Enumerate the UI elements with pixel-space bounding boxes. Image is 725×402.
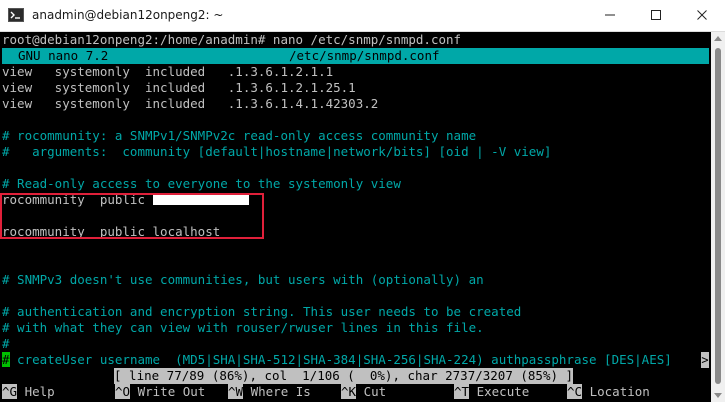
nano-header-bar: GNU nano 7.2 /etc/snmp/snmpd.conf <box>2 48 709 64</box>
shortcut-label: Cut <box>363 384 387 399</box>
scrollbar-thumb[interactable] <box>715 48 721 384</box>
comment-line: # SNMPv3 doesn't use communities, but us… <box>2 272 484 287</box>
shortcut-location[interactable]: ^C Location <box>567 384 650 400</box>
shortcut-key: ^G <box>2 384 18 399</box>
nano-status-bar: [ line 77/89 (86%), col 1/106 ( 0%), cha… <box>114 368 574 384</box>
line-overflow-indicator: > <box>701 352 709 368</box>
shortcut-cut[interactable]: ^K Cut <box>341 384 386 400</box>
shell-prompt-line: root@debian12onpeng2:/home/anadmin# nano… <box>2 32 462 47</box>
shortcut-help[interactable]: ^G Help <box>2 384 55 400</box>
shortcut-key: ^C <box>567 384 583 399</box>
window-title: anadmin@debian12onpeng2: ~ <box>32 8 224 22</box>
shortcut-key: ^T <box>454 384 470 399</box>
redacted-value <box>152 195 249 205</box>
minimize-button[interactable] <box>587 0 633 31</box>
shortcut-where-is[interactable]: ^W Where Is <box>228 384 311 400</box>
rocommunity-public-text: rocommunity public <box>2 192 153 207</box>
comment-line: # <box>2 336 10 351</box>
comment-line: # with what they can view with rouser/rw… <box>2 320 484 335</box>
rocommunity-localhost-line: rocommunity public localhost <box>2 224 221 239</box>
shortcut-execute[interactable]: ^T Execute <box>454 384 529 400</box>
shortcut-write-out[interactable]: ^O Write Out <box>115 384 205 400</box>
shortcut-label: Execute <box>476 384 530 399</box>
cursor-line: # createUser username (MD5|SHA|SHA-512|S… <box>2 352 672 368</box>
maximize-icon <box>651 10 661 20</box>
nano-shortcut-bar: ^G Help ^O Write Out ^W Where Is ^K Cut … <box>2 384 650 400</box>
file-line: view systemonly included .1.3.6.1.2.1.1 <box>2 64 334 79</box>
shortcut-label: Write Out <box>137 384 206 399</box>
shortcut-key: ^K <box>341 384 357 399</box>
scroll-up-arrow-icon[interactable] <box>714 36 722 41</box>
terminal-content[interactable]: root@debian12onpeng2:/home/anadmin# nano… <box>0 32 711 402</box>
close-icon <box>697 10 707 20</box>
nano-filename: /etc/snmp/snmpd.conf <box>289 48 440 63</box>
comment-line: # arguments: community [default|hostname… <box>2 144 552 159</box>
rocommunity-public-line: rocommunity public <box>2 192 249 208</box>
title-bar[interactable]: anadmin@debian12onpeng2: ~ <box>0 0 725 32</box>
comment-line: # rocommunity: a SNMPv1/SNMPv2c read-onl… <box>2 128 477 143</box>
shortcut-label: Where Is <box>250 384 311 399</box>
comment-line: # Read-only access to everyone to the sy… <box>2 176 401 191</box>
shortcut-label: Location <box>589 384 650 399</box>
terminal-app-icon <box>8 8 24 22</box>
text-cursor: # <box>2 352 10 367</box>
minimize-icon <box>605 14 615 16</box>
createuser-comment: createUser username (MD5|SHA|SHA-512|SHA… <box>9 352 672 367</box>
shortcut-key: ^W <box>228 384 244 399</box>
comment-line: # authentication and encryption string. … <box>2 304 522 319</box>
file-line: view systemonly included .1.3.6.1.2.1.25… <box>2 80 356 95</box>
scroll-down-arrow-icon[interactable] <box>714 393 722 398</box>
nano-version: GNU nano 7.2 <box>18 48 109 63</box>
close-button[interactable] <box>679 0 725 31</box>
terminal-window: anadmin@debian12onpeng2: ~ root@debian12… <box>0 0 725 402</box>
maximize-button[interactable] <box>633 0 679 31</box>
shortcut-key: ^O <box>115 384 131 399</box>
vertical-scrollbar[interactable] <box>711 32 725 402</box>
shortcut-label: Help <box>24 384 55 399</box>
file-line: view systemonly included .1.3.6.1.4.1.42… <box>2 96 379 111</box>
